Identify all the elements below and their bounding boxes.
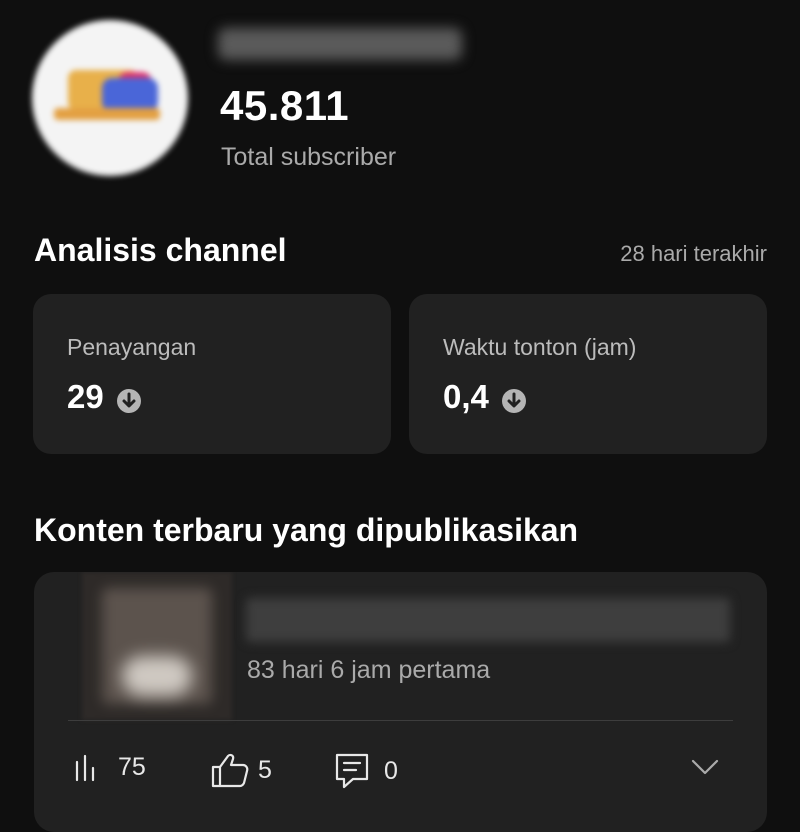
- channel-avatar[interactable]: [32, 20, 188, 176]
- divider: [68, 720, 733, 721]
- video-meta: 83 hari 6 jam pertama: [247, 656, 491, 684]
- video-thumbnail[interactable]: [82, 572, 232, 720]
- views-count: 75: [118, 752, 146, 781]
- comments-stat: 0: [334, 752, 398, 790]
- channel-name-blurred: [218, 28, 462, 60]
- watch-time-card-label: Waktu tonton (jam): [443, 334, 637, 360]
- watch-time-card-value: 0,4: [443, 378, 489, 415]
- arrow-down-circle-icon: [501, 384, 527, 413]
- views-card-value: 29: [67, 378, 104, 415]
- views-stat: 75: [74, 752, 146, 782]
- likes-count: 5: [258, 755, 272, 784]
- video-title-blurred[interactable]: [246, 598, 730, 642]
- bar-chart-icon: [74, 752, 106, 782]
- analytics-range: 28 hari terakhir: [620, 241, 767, 266]
- analytics-title: Analisis channel: [34, 232, 287, 268]
- likes-stat: 5: [210, 752, 272, 788]
- watch-time-card[interactable]: Waktu tonton (jam) 0,4: [409, 294, 767, 454]
- views-card[interactable]: Penayangan 29: [33, 294, 391, 454]
- chevron-down-icon[interactable]: [690, 758, 720, 781]
- thumbs-up-icon: [210, 752, 250, 788]
- comment-icon: [334, 752, 370, 790]
- views-card-label: Penayangan: [67, 334, 197, 360]
- latest-video-card[interactable]: 83 hari 6 jam pertama 75 5 0: [34, 572, 767, 832]
- latest-content-title: Konten terbaru yang dipublikasikan: [34, 512, 579, 548]
- watch-time-card-value-row: 0,4: [443, 378, 527, 416]
- comments-count: 0: [384, 756, 398, 785]
- subscriber-count: 45.811: [220, 82, 350, 129]
- views-card-value-row: 29: [67, 378, 142, 416]
- arrow-down-circle-icon: [116, 384, 142, 413]
- subscriber-label: Total subscriber: [221, 143, 397, 171]
